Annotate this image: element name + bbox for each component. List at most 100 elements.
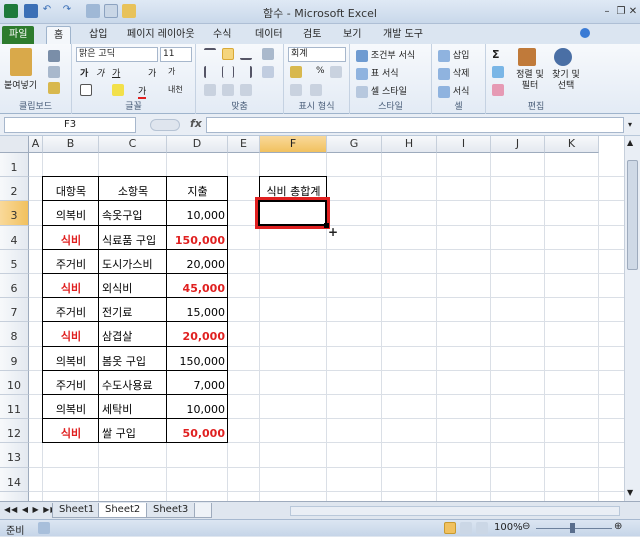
decrease-decimal-icon[interactable] bbox=[310, 84, 322, 96]
cell-amount[interactable]: 50,000 bbox=[170, 419, 225, 443]
zoom-slider-thumb[interactable] bbox=[570, 523, 575, 533]
cell-minor[interactable]: 속옷구입 bbox=[102, 201, 164, 225]
row-header-15[interactable]: 15 bbox=[0, 491, 29, 501]
comma-style-icon[interactable] bbox=[330, 66, 342, 78]
tab-view[interactable]: 보기 bbox=[336, 26, 368, 44]
orientation-icon[interactable] bbox=[240, 84, 252, 96]
sort-filter-button[interactable]: 정렬 및 필터 bbox=[512, 70, 548, 92]
tab-review[interactable]: 검토 bbox=[296, 26, 328, 44]
page-break-view-icon[interactable] bbox=[476, 522, 488, 534]
cell-minor[interactable]: 봄옷 구입 bbox=[102, 347, 164, 371]
underline-button[interactable]: 가 bbox=[112, 66, 120, 79]
horizontal-scrollbar[interactable] bbox=[290, 506, 620, 516]
cell-minor[interactable]: 전기료 bbox=[102, 298, 164, 322]
tab-insert[interactable]: 삽입 bbox=[82, 26, 114, 44]
column-header-e[interactable]: E bbox=[228, 136, 260, 153]
insert-function-button[interactable]: fx bbox=[190, 117, 202, 130]
clear-icon[interactable] bbox=[492, 84, 504, 96]
row-header-8[interactable]: 8 bbox=[0, 322, 29, 347]
cell-amount[interactable]: 150,000 bbox=[170, 347, 226, 371]
cell-major[interactable]: 의복비 bbox=[46, 201, 96, 225]
row-header-1[interactable]: 1 bbox=[0, 153, 29, 178]
column-header-c[interactable]: C bbox=[99, 136, 167, 153]
row-header-12[interactable]: 12 bbox=[0, 419, 29, 444]
paste-icon[interactable] bbox=[10, 48, 32, 76]
fill-icon[interactable] bbox=[492, 66, 504, 78]
number-format-combo[interactable]: 회계 bbox=[288, 47, 346, 62]
italic-button[interactable]: 가 bbox=[96, 66, 104, 79]
font-color-button[interactable]: 가 bbox=[138, 84, 147, 99]
cell-amount[interactable]: 20,000 bbox=[170, 250, 226, 274]
column-header-a[interactable]: A bbox=[29, 136, 43, 153]
cell-amount[interactable]: 150,000 bbox=[170, 226, 225, 250]
row-header-3[interactable]: 3 bbox=[0, 201, 29, 226]
cell-amount[interactable]: 10,000 bbox=[170, 201, 226, 225]
cell-major[interactable]: 식비 bbox=[46, 419, 96, 443]
zoom-level[interactable]: 100% bbox=[494, 522, 523, 533]
sheet-tab-3[interactable]: Sheet3 bbox=[146, 503, 196, 518]
column-header-k[interactable]: K bbox=[545, 136, 599, 153]
cell-major[interactable]: 의복비 bbox=[46, 347, 96, 371]
chevron-down-icon[interactable]: ▾ bbox=[628, 120, 632, 129]
grow-font-button[interactable]: 가 bbox=[148, 66, 156, 79]
tab-file[interactable]: 파일 bbox=[2, 26, 35, 44]
cell-minor[interactable]: 삼겹살 bbox=[102, 322, 164, 346]
bold-button[interactable]: 가 bbox=[80, 66, 88, 79]
increase-indent-icon[interactable] bbox=[222, 84, 234, 96]
increase-decimal-icon[interactable] bbox=[290, 84, 302, 96]
row-header-6[interactable]: 6 bbox=[0, 274, 29, 299]
row-header-5[interactable]: 5 bbox=[0, 249, 29, 274]
scroll-thumb[interactable] bbox=[627, 160, 638, 270]
cell-amount[interactable]: 15,000 bbox=[170, 298, 226, 322]
wrap-text-icon[interactable] bbox=[262, 48, 274, 60]
help-icon[interactable] bbox=[580, 28, 590, 38]
tab-home[interactable]: 홈 bbox=[46, 26, 72, 44]
row-header-4[interactable]: 4 bbox=[0, 225, 29, 250]
format-painter-icon[interactable] bbox=[48, 82, 60, 94]
format-table-button[interactable]: 표 서식 bbox=[356, 66, 399, 80]
cell-amount[interactable]: 45,000 bbox=[170, 274, 225, 298]
cell-major[interactable]: 식비 bbox=[46, 274, 96, 298]
shrink-font-button[interactable]: 가 bbox=[168, 66, 175, 77]
percent-button[interactable]: % bbox=[316, 66, 325, 76]
align-bottom-icon[interactable] bbox=[240, 48, 252, 60]
header-amount[interactable]: 지출 bbox=[170, 177, 225, 201]
cell-styles-button[interactable]: 셀 스타일 bbox=[356, 84, 407, 98]
header-minor[interactable]: 소항목 bbox=[102, 177, 164, 201]
sheet-tab-2[interactable]: Sheet2 bbox=[98, 503, 148, 518]
row-header-13[interactable]: 13 bbox=[0, 443, 29, 468]
find-select-icon[interactable] bbox=[554, 48, 572, 66]
row-header-14[interactable]: 14 bbox=[0, 467, 29, 492]
row-header-10[interactable]: 10 bbox=[0, 370, 29, 395]
cell-minor[interactable]: 쌀 구입 bbox=[102, 419, 164, 443]
tab-developer[interactable]: 개발 도구 bbox=[376, 26, 430, 44]
zoom-in-icon[interactable]: ⊕ bbox=[614, 521, 622, 532]
page-layout-view-icon[interactable] bbox=[460, 522, 472, 534]
insert-cells-button[interactable]: 삽입 bbox=[438, 48, 469, 62]
cell-major[interactable]: 주거비 bbox=[46, 250, 96, 274]
minimize-icon[interactable]: – bbox=[600, 6, 614, 18]
copy-icon[interactable] bbox=[48, 66, 60, 78]
scroll-down-icon[interactable]: ▼ bbox=[627, 488, 633, 497]
worksheet-grid[interactable]: ABCDEFGHIJK 12345678910111213141516 대항목소… bbox=[0, 136, 624, 501]
merge-center-icon[interactable] bbox=[262, 66, 274, 78]
fill-color-icon[interactable] bbox=[112, 84, 124, 96]
conditional-format-button[interactable]: 조건부 서식 bbox=[356, 48, 415, 62]
header-major[interactable]: 대항목 bbox=[46, 177, 96, 201]
cell-amount[interactable]: 7,000 bbox=[170, 371, 226, 395]
tab-formulas[interactable]: 수식 bbox=[206, 26, 238, 44]
phonetic-button[interactable]: 내천 bbox=[168, 84, 183, 95]
cut-icon[interactable] bbox=[48, 50, 60, 62]
sort-filter-icon[interactable] bbox=[518, 48, 536, 66]
align-top-icon[interactable] bbox=[204, 48, 216, 60]
insert-sheet-icon[interactable] bbox=[194, 503, 212, 518]
cell-major[interactable]: 주거비 bbox=[46, 298, 96, 322]
cell-minor[interactable]: 외식비 bbox=[102, 274, 164, 298]
cell-amount[interactable]: 20,000 bbox=[170, 322, 225, 346]
sheet-nav-arrows-icon[interactable]: ◀◀ ◀ ▶ ▶▶ bbox=[4, 505, 58, 514]
row-header-2[interactable]: 2 bbox=[0, 177, 29, 202]
border-icon[interactable] bbox=[80, 84, 92, 96]
cell-major[interactable]: 식비 bbox=[46, 322, 96, 346]
column-header-j[interactable]: J bbox=[491, 136, 545, 153]
scroll-up-icon[interactable]: ▲ bbox=[627, 138, 633, 147]
